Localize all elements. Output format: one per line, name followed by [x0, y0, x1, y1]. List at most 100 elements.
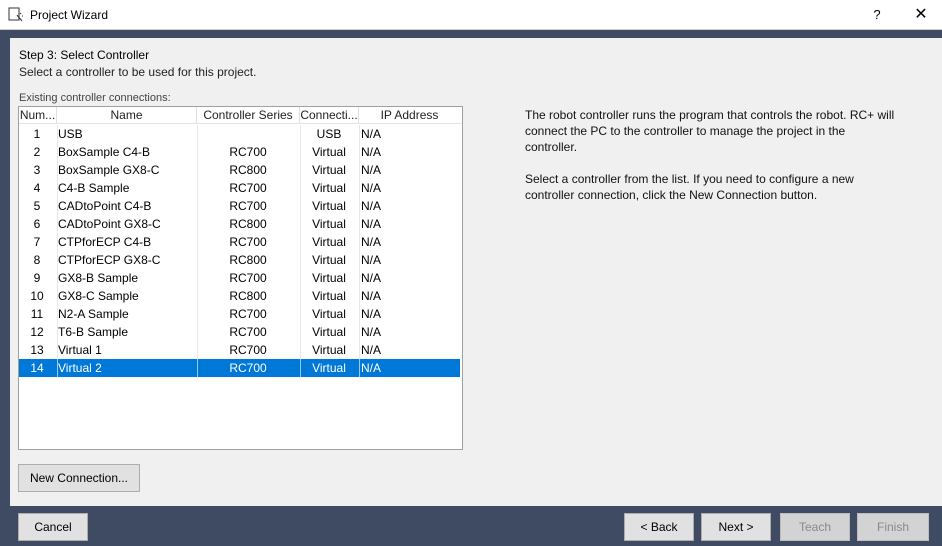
table-row[interactable]: 2 BoxSample C4-B RC700 Virtual N/A — [19, 143, 460, 161]
row-ip-address: N/A — [361, 325, 382, 339]
row-name: T6-B Sample — [58, 325, 129, 339]
column-separator — [359, 359, 360, 377]
row-number: 8 — [33, 253, 41, 267]
row-ip-address: N/A — [361, 271, 382, 285]
help-button[interactable]: ? — [862, 3, 892, 27]
info-text: The robot controller runs the program th… — [525, 107, 895, 219]
row-ip-address: N/A — [361, 307, 382, 321]
row-series: RC700 — [229, 199, 267, 213]
table-row[interactable]: 9 GX8-B Sample RC700 Virtual N/A — [19, 269, 460, 287]
row-connection: Virtual — [312, 271, 346, 285]
table-row[interactable]: 6 CADtoPoint GX8-C RC800 Virtual N/A — [19, 215, 460, 233]
controller-list-label: Existing controller connections: — [19, 92, 171, 104]
column-separator — [359, 251, 360, 269]
step-description: Select a controller to be used for this … — [19, 65, 257, 79]
row-name: GX8-C Sample — [58, 289, 139, 303]
row-number: 4 — [33, 181, 41, 195]
list-header: Num... Name Controller Series Connecti..… — [19, 107, 462, 124]
teach-button[interactable]: Teach — [780, 513, 850, 541]
close-button[interactable]: ✕ — [906, 3, 936, 27]
row-series: RC700 — [229, 325, 267, 339]
row-name: N2-A Sample — [58, 307, 129, 321]
row-ip-address: N/A — [361, 181, 382, 195]
column-separator — [359, 215, 360, 233]
table-row[interactable]: 14 Virtual 2 RC700 Virtual N/A — [19, 359, 460, 377]
column-separator — [359, 233, 360, 251]
row-number: 10 — [30, 289, 44, 303]
row-series: RC800 — [229, 253, 267, 267]
row-connection: Virtual — [312, 361, 346, 375]
row-connection: Virtual — [312, 307, 346, 321]
row-series: RC700 — [229, 145, 267, 159]
column-header-connection[interactable]: Connecti... — [300, 107, 359, 124]
table-row[interactable]: 1 USB USB N/A — [19, 125, 460, 143]
column-header-name[interactable]: Name — [57, 107, 197, 124]
row-ip-address: N/A — [361, 199, 382, 213]
row-name: USB — [58, 127, 83, 141]
row-name: CTPforECP C4-B — [58, 235, 152, 249]
column-header-series[interactable]: Controller Series — [197, 107, 300, 124]
row-number: 6 — [33, 217, 41, 231]
window-title: Project Wizard — [30, 8, 109, 22]
table-row[interactable]: 11 N2-A Sample RC700 Virtual N/A — [19, 305, 460, 323]
table-row[interactable]: 12 T6-B Sample RC700 Virtual N/A — [19, 323, 460, 341]
table-row[interactable]: 8 CTPforECP GX8-C RC800 Virtual N/A — [19, 251, 460, 269]
column-separator — [359, 143, 360, 161]
column-separator — [359, 179, 360, 197]
row-name: CTPforECP GX8-C — [58, 253, 161, 267]
row-ip-address: N/A — [361, 343, 382, 357]
row-number: 1 — [33, 127, 41, 141]
row-number: 14 — [30, 361, 44, 375]
row-series: RC700 — [229, 361, 267, 375]
new-connection-button[interactable]: New Connection... — [18, 464, 140, 492]
column-separator — [359, 341, 360, 359]
row-series: RC800 — [229, 217, 267, 231]
row-name: Virtual 2 — [58, 361, 102, 375]
row-ip-address: N/A — [361, 217, 382, 231]
row-name: Virtual 1 — [58, 343, 102, 357]
table-row[interactable]: 3 BoxSample GX8-C RC800 Virtual N/A — [19, 161, 460, 179]
row-series: RC700 — [229, 181, 267, 195]
row-connection: Virtual — [312, 289, 346, 303]
row-ip-address: N/A — [361, 235, 382, 249]
column-separator — [359, 269, 360, 287]
column-header-number[interactable]: Num... — [19, 107, 57, 124]
row-number: 13 — [30, 343, 44, 357]
row-ip-address: N/A — [361, 163, 382, 177]
info-paragraph-2: Select a controller from the list. If yo… — [525, 172, 854, 202]
row-connection: Virtual — [312, 181, 346, 195]
cancel-button[interactable]: Cancel — [18, 513, 88, 541]
row-connection: USB — [316, 127, 342, 141]
column-header-ip[interactable]: IP Address — [359, 107, 460, 124]
row-name: C4-B Sample — [58, 181, 130, 195]
row-connection: Virtual — [312, 145, 346, 159]
column-separator — [359, 161, 360, 179]
row-ip-address: N/A — [361, 145, 382, 159]
info-paragraph-1: The robot controller runs the program th… — [525, 108, 895, 154]
table-row[interactable]: 5 CADtoPoint C4-B RC700 Virtual N/A — [19, 197, 460, 215]
row-series: RC800 — [229, 289, 267, 303]
row-name: CADtoPoint C4-B — [58, 199, 152, 213]
row-number: 11 — [30, 307, 44, 321]
table-row[interactable]: 13 Virtual 1 RC700 Virtual N/A — [19, 341, 460, 359]
next-button[interactable]: Next > — [701, 513, 771, 541]
row-name: BoxSample GX8-C — [58, 163, 160, 177]
table-row[interactable]: 7 CTPforECP C4-B RC700 Virtual N/A — [19, 233, 460, 251]
row-ip-address: N/A — [361, 361, 382, 375]
table-row[interactable]: 4 C4-B Sample RC700 Virtual N/A — [19, 179, 460, 197]
wizard-icon — [8, 7, 23, 22]
row-ip-address: N/A — [361, 253, 382, 267]
row-connection: Virtual — [312, 217, 346, 231]
row-connection: Virtual — [312, 235, 346, 249]
column-separator — [359, 197, 360, 215]
finish-button[interactable]: Finish — [857, 513, 929, 541]
row-ip-address: N/A — [361, 289, 382, 303]
back-button[interactable]: < Back — [624, 513, 694, 541]
row-connection: Virtual — [312, 163, 346, 177]
row-series — [197, 125, 299, 143]
table-row[interactable]: 10 GX8-C Sample RC800 Virtual N/A — [19, 287, 460, 305]
column-separator — [359, 287, 360, 305]
controller-list[interactable]: Num... Name Controller Series Connecti..… — [18, 106, 463, 450]
row-number: 9 — [33, 271, 41, 285]
row-connection: Virtual — [312, 343, 346, 357]
